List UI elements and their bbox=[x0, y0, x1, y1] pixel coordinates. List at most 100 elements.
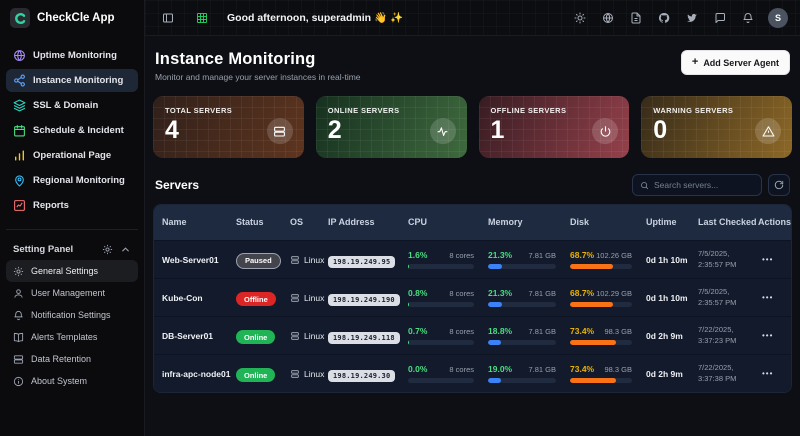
row-actions-menu[interactable]: ••• bbox=[758, 255, 785, 264]
server-name: DB-Server01 bbox=[162, 331, 236, 341]
sidebar-item-label: General Settings bbox=[31, 266, 98, 276]
ip-address: 198.19.249.118 bbox=[328, 332, 400, 344]
report-chart-icon bbox=[13, 199, 26, 212]
cpu-metric: 0.7%8 cores bbox=[408, 326, 488, 345]
last-checked: 7/22/2025,3:37:23 PM bbox=[698, 325, 758, 345]
main-content: Instance Monitoring Monitor and manage y… bbox=[145, 36, 800, 436]
server-name: Web-Server01 bbox=[162, 255, 236, 265]
grid-apps-icon[interactable] bbox=[191, 7, 213, 29]
status-badge: Offline bbox=[236, 292, 276, 306]
sidebar-item-reports[interactable]: Reports bbox=[6, 194, 138, 217]
table-row: Kube-Con Offline Linux 198.19.249.190 0.… bbox=[154, 278, 791, 316]
cpu-metric: 0.8%8 cores bbox=[408, 288, 488, 307]
sidebar-item-label: Reports bbox=[33, 200, 69, 211]
sidebar-item-instance-monitoring[interactable]: Instance Monitoring bbox=[6, 69, 138, 92]
stat-card-total-servers: TOTAL SERVERS 4 bbox=[153, 96, 304, 158]
sidebar-item-schedule-incident[interactable]: Schedule & Incident bbox=[6, 119, 138, 142]
stat-label: ONLINE SERVERS bbox=[328, 106, 455, 115]
gear-icon bbox=[102, 244, 113, 255]
page-subtitle: Monitor and manage your server instances… bbox=[155, 72, 361, 82]
os-label: Linux bbox=[304, 293, 324, 303]
checkcle-logo-icon bbox=[10, 8, 30, 28]
memory-bar bbox=[488, 264, 556, 269]
sidebar-item-notification-settings[interactable]: Notification Settings bbox=[6, 304, 138, 326]
app-logo[interactable]: CheckCle App bbox=[0, 0, 144, 36]
stat-label: WARNING SERVERS bbox=[653, 106, 780, 115]
sidebar-item-user-management[interactable]: User Management bbox=[6, 282, 138, 304]
app-title: CheckCle App bbox=[37, 12, 115, 24]
sidebar-item-uptime-monitoring[interactable]: Uptime Monitoring bbox=[6, 44, 138, 67]
github-icon[interactable] bbox=[653, 7, 675, 29]
nodes-icon bbox=[13, 74, 26, 87]
sidebar-item-label: Uptime Monitoring bbox=[33, 50, 117, 61]
refresh-icon bbox=[774, 180, 784, 190]
user-avatar[interactable]: S bbox=[768, 8, 788, 28]
memory-bar bbox=[488, 302, 556, 307]
notifications-bell-icon[interactable] bbox=[737, 7, 759, 29]
page-title: Instance Monitoring bbox=[155, 50, 361, 69]
memory-metric: 19.0%7.81 GB bbox=[488, 364, 570, 383]
sidebar-item-label: SSL & Domain bbox=[33, 100, 98, 111]
chat-icon[interactable] bbox=[709, 7, 731, 29]
sidebar-item-general-settings[interactable]: General Settings bbox=[6, 260, 138, 282]
last-checked: 7/5/2025,2:35:57 PM bbox=[698, 287, 758, 307]
sidebar-item-label: User Management bbox=[31, 288, 105, 298]
disk-bar bbox=[570, 264, 632, 269]
row-actions-menu[interactable]: ••• bbox=[758, 369, 785, 378]
info-icon bbox=[13, 376, 24, 387]
servers-section-title: Servers bbox=[155, 178, 199, 192]
user-icon bbox=[13, 288, 24, 299]
sidebar-item-data-retention[interactable]: Data Retention bbox=[6, 348, 138, 370]
col-name: Name bbox=[162, 217, 236, 228]
os-server-icon bbox=[290, 293, 300, 303]
stat-card-warning-servers: WARNING SERVERS 0 bbox=[641, 96, 792, 158]
sidebar-item-alerts-templates[interactable]: Alerts Templates bbox=[6, 326, 138, 348]
disk-bar bbox=[570, 302, 632, 307]
cpu-bar bbox=[408, 264, 474, 269]
theme-toggle-sun-icon[interactable] bbox=[569, 7, 591, 29]
docs-file-icon[interactable] bbox=[625, 7, 647, 29]
bell-icon bbox=[13, 310, 24, 321]
bar-chart-icon bbox=[13, 149, 26, 162]
sidebar-item-ssl-domain[interactable]: SSL & Domain bbox=[6, 94, 138, 117]
sidebar-nav: Uptime Monitoring Instance Monitoring SS… bbox=[0, 36, 144, 219]
disk-metric: 73.4%98.3 GB bbox=[570, 326, 646, 345]
language-globe-icon[interactable] bbox=[597, 7, 619, 29]
chevron-up-icon[interactable] bbox=[120, 244, 131, 255]
col-last-checked: Last Checked bbox=[698, 217, 758, 228]
twitter-icon[interactable] bbox=[681, 7, 703, 29]
col-disk: Disk bbox=[570, 217, 646, 228]
plus-icon: + bbox=[692, 57, 698, 68]
disk-bar bbox=[570, 378, 632, 383]
greeting-text: Good afternoon, superadmin 👋 ✨ bbox=[227, 11, 403, 24]
sidebar-toggle-icon[interactable] bbox=[157, 7, 179, 29]
sidebar-item-label: Schedule & Incident bbox=[33, 125, 124, 136]
server-name: infra-apc-node01 bbox=[162, 369, 236, 379]
ip-address: 198.19.249.190 bbox=[328, 294, 400, 306]
sidebar-item-operational-page[interactable]: Operational Page bbox=[6, 144, 138, 167]
table-header-row: Name Status OS IP Address CPU Memory Dis… bbox=[154, 205, 791, 240]
os-server-icon bbox=[290, 369, 300, 379]
col-uptime: Uptime bbox=[646, 217, 698, 228]
sidebar-item-label: Notification Settings bbox=[31, 310, 111, 320]
row-actions-menu[interactable]: ••• bbox=[758, 331, 785, 340]
refresh-button[interactable] bbox=[768, 174, 790, 196]
os-server-icon bbox=[290, 331, 300, 341]
search-servers-box bbox=[632, 174, 762, 196]
table-row: Web-Server01 Paused Linux 198.19.249.95 … bbox=[154, 240, 791, 278]
add-server-agent-button[interactable]: + Add Server Agent bbox=[681, 50, 790, 75]
disk-metric: 68.7%102.29 GB bbox=[570, 288, 646, 307]
search-icon bbox=[640, 181, 649, 190]
sidebar-item-regional-monitoring[interactable]: Regional Monitoring bbox=[6, 169, 138, 192]
row-actions-menu[interactable]: ••• bbox=[758, 293, 785, 302]
memory-metric: 18.8%7.81 GB bbox=[488, 326, 570, 345]
col-os: OS bbox=[290, 217, 328, 228]
power-icon bbox=[592, 118, 618, 144]
search-servers-input[interactable] bbox=[654, 180, 754, 190]
settings-panel-header[interactable]: Setting Panel bbox=[6, 238, 138, 260]
cpu-metric: 1.6%8 cores bbox=[408, 250, 488, 269]
memory-metric: 21.3%7.81 GB bbox=[488, 250, 570, 269]
sidebar-item-about-system[interactable]: About System bbox=[6, 370, 138, 392]
uptime: 0d 2h 9m bbox=[646, 331, 698, 341]
stat-label: TOTAL SERVERS bbox=[165, 106, 292, 115]
